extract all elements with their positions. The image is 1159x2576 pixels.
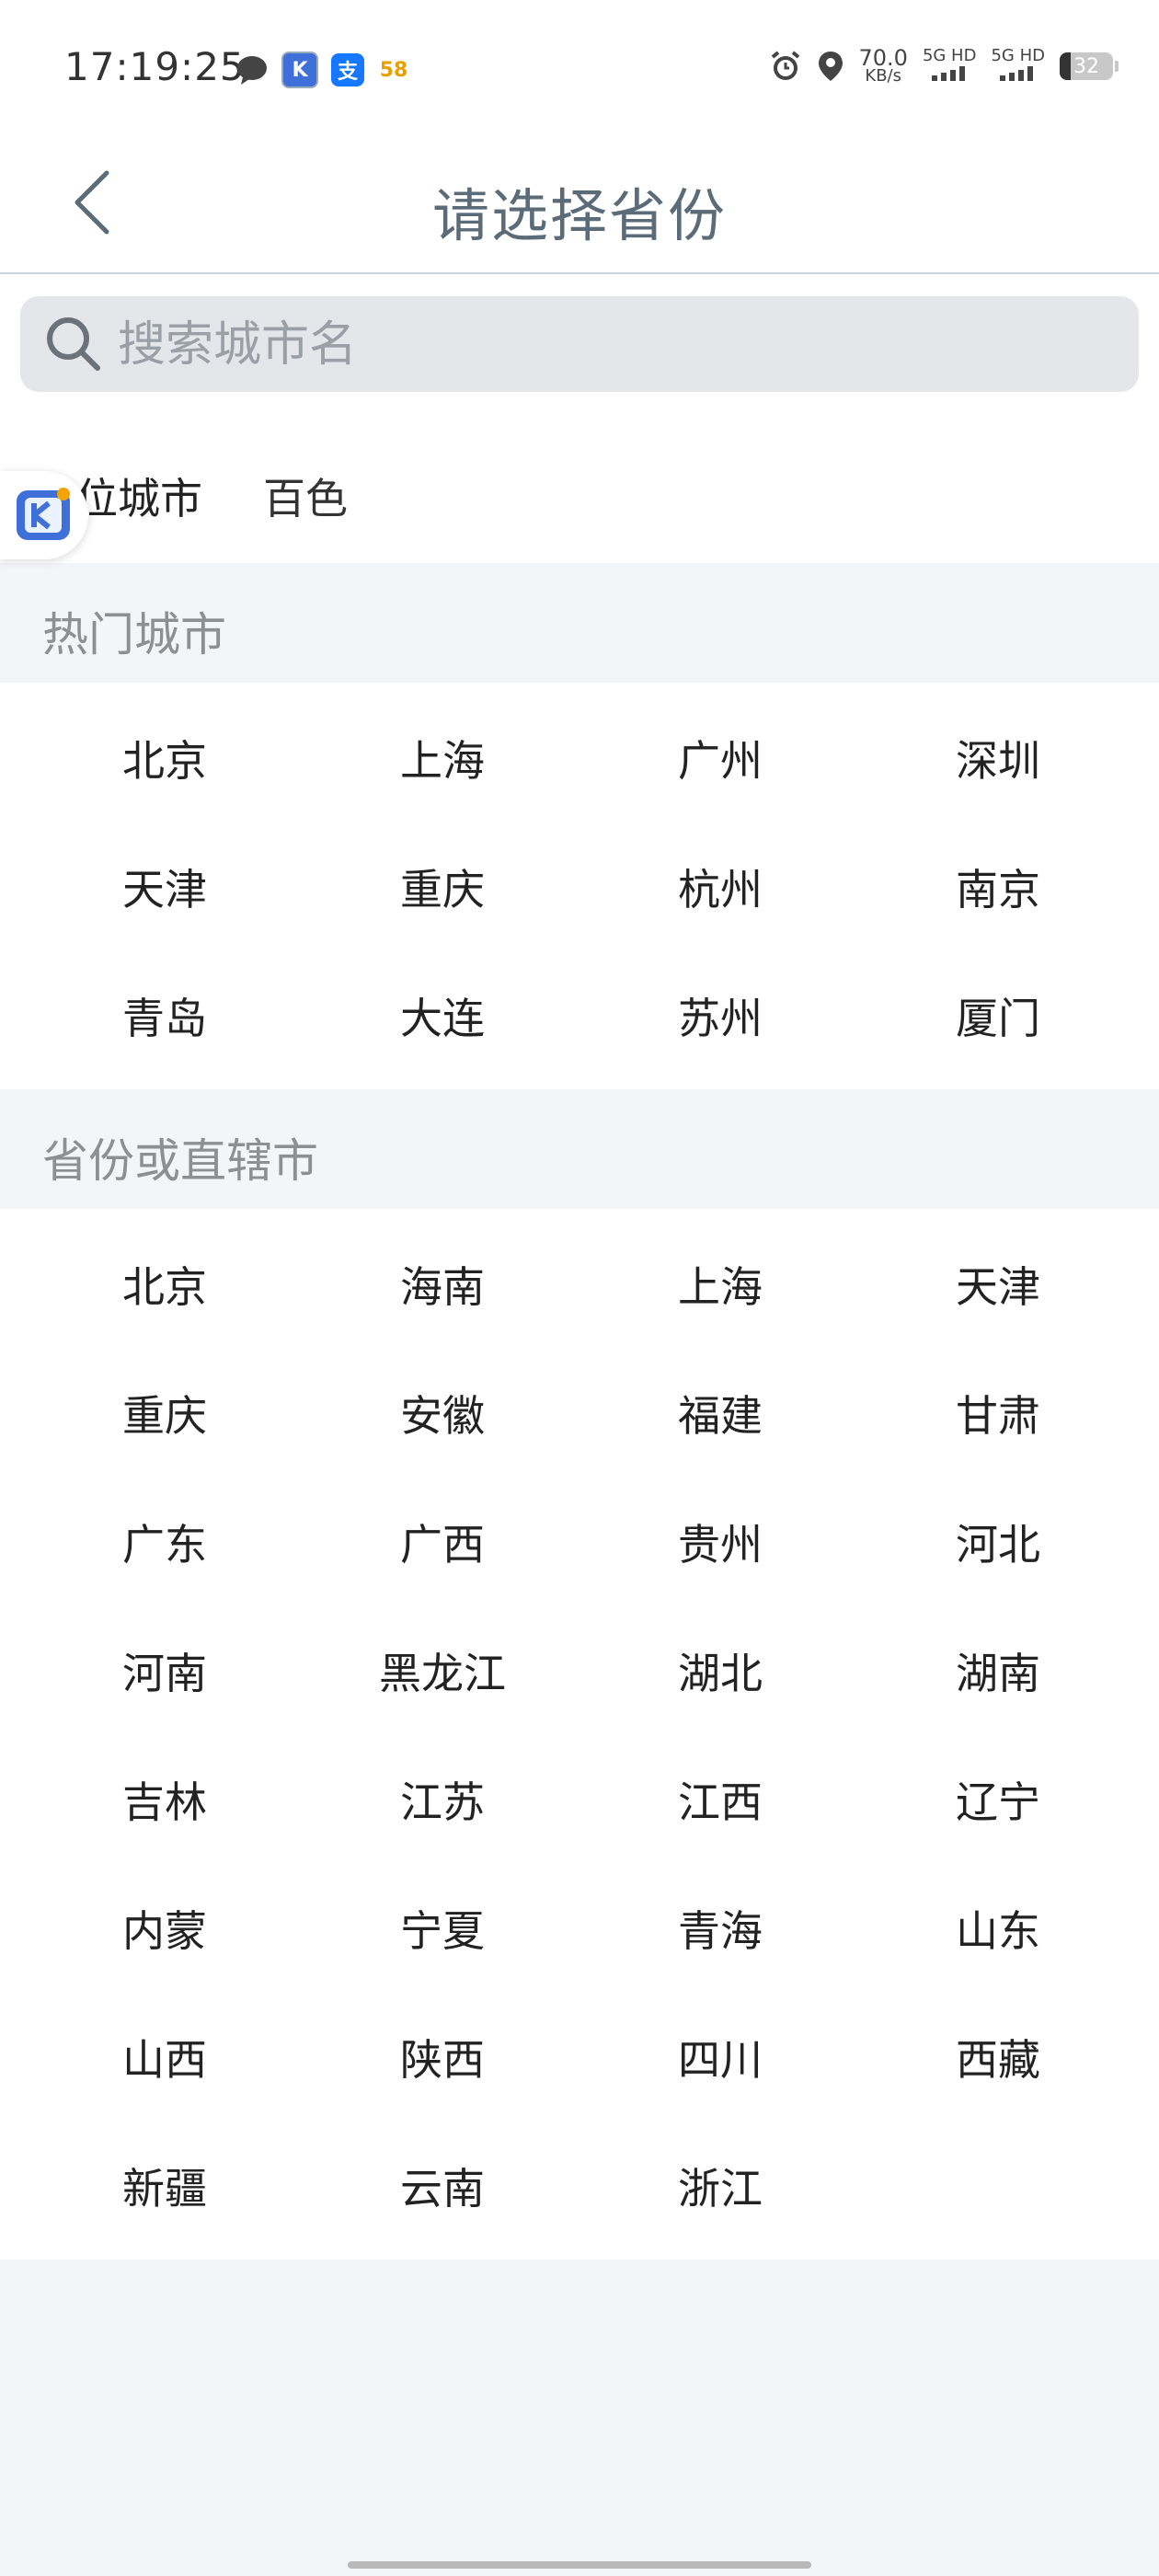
city-item[interactable]: 北京 [26, 694, 304, 822]
battery-icon: 32 [1060, 52, 1119, 80]
city-item[interactable]: 吉林 [26, 1735, 304, 1864]
city-item[interactable]: 天津 [859, 1220, 1137, 1349]
city-item[interactable]: 青岛 [26, 951, 304, 1080]
alarm-icon [771, 51, 799, 80]
city-item[interactable]: 江苏 [304, 1735, 581, 1864]
city-item[interactable]: 广西 [304, 1478, 581, 1606]
located-city-value[interactable]: 百色 [263, 466, 348, 526]
city-item[interactable]: 杭州 [581, 822, 859, 951]
city-item[interactable]: 安徽 [304, 1349, 581, 1478]
city-item[interactable]: 深圳 [859, 694, 1137, 822]
page-header: 请选择省份 [0, 138, 1159, 274]
hot-cities-header: 热门城市 [0, 563, 1159, 683]
city-item[interactable]: 山东 [859, 1864, 1137, 1993]
city-item[interactable]: 北京 [26, 1220, 304, 1349]
city-item[interactable]: 湖北 [581, 1606, 859, 1735]
city-item[interactable]: 重庆 [26, 1349, 304, 1478]
search-section [0, 274, 1159, 421]
location-icon [818, 52, 843, 81]
city-item[interactable]: 福建 [581, 1349, 859, 1478]
city-item[interactable]: 陕西 [304, 1993, 581, 2122]
city-item[interactable]: 厦门 [859, 951, 1137, 1080]
city-item[interactable]: 西藏 [859, 1993, 1137, 2122]
city-item[interactable]: 上海 [581, 1220, 859, 1349]
city-item[interactable]: 天津 [26, 822, 304, 951]
city-item[interactable]: 河北 [859, 1478, 1137, 1606]
provinces-header: 省份或直辖市 [0, 1089, 1159, 1209]
city-item[interactable]: 新疆 [26, 2122, 304, 2250]
hot-cities-grid: 北京 上海 广州 深圳天津 重庆 杭州 南京青岛 大连 苏州 厦门 [0, 683, 1159, 1089]
provinces-grid: 北京 海南 上海 天津重庆 安徽 福建 甘肃广东 广西 贵州 河北河南 黑龙江 湖北 湖南吉林 江苏 江西辽… [0, 1209, 1159, 2260]
city-item[interactable]: 湖南 [859, 1606, 1137, 1735]
city-item[interactable]: 苏州 [581, 951, 859, 1080]
page-title: 请选择省份 [431, 182, 727, 249]
hot-cities-title: 热门城市 [42, 608, 226, 661]
city-item[interactable]: 广东 [26, 1478, 304, 1606]
k-app-icon: K [281, 52, 318, 88]
floating-app-button[interactable] [0, 471, 88, 559]
city-item[interactable]: 贵州 [581, 1478, 859, 1606]
search-bar[interactable] [20, 296, 1139, 394]
city-item[interactable]: 辽宁 [859, 1735, 1137, 1864]
city-item[interactable]: 上海 [304, 694, 581, 822]
provinces-title: 省份或直辖市 [42, 1134, 318, 1188]
city-item[interactable]: 重庆 [304, 822, 581, 951]
city-item[interactable]: 南京 [859, 822, 1137, 951]
search-input[interactable] [116, 296, 1113, 394]
city-item[interactable]: 江西 [581, 1735, 859, 1864]
city-item[interactable]: 广州 [581, 694, 859, 822]
signal-bars-icon [931, 66, 965, 81]
notification-icons: K 支 58 [235, 52, 410, 88]
58-icon: 58 [379, 58, 408, 82]
located-city-row: 定位城市 百色 [0, 421, 1159, 563]
signal-5g-2: 5G HD [991, 48, 1045, 85]
city-item[interactable]: 内蒙 [26, 1864, 304, 1993]
system-status: 70.0 KB/s 5G HD 5G HD 32 [769, 45, 1119, 86]
network-speed: 70.0 KB/s [858, 45, 908, 86]
city-item[interactable]: 黑龙江 [304, 1606, 581, 1735]
city-item[interactable]: 海南 [304, 1220, 581, 1349]
city-item[interactable]: 青海 [581, 1864, 859, 1993]
k-app-icon [17, 488, 70, 540]
signal-5g-1: 5G HD [923, 48, 976, 85]
city-item[interactable]: 山西 [26, 1993, 304, 2122]
search-icon [47, 317, 100, 371]
city-item[interactable]: 宁夏 [304, 1864, 581, 1993]
city-item[interactable]: 大连 [304, 951, 581, 1080]
home-indicator[interactable] [348, 2561, 811, 2569]
signal-bars-icon [1000, 66, 1034, 81]
status-time: 17:19:25 [64, 44, 246, 89]
status-bar: 17:19:25 K 支 58 70.0 KB/s 5G HD 5G HD 32 [0, 0, 1159, 138]
city-item[interactable]: 甘肃 [859, 1349, 1137, 1478]
city-item[interactable]: 浙江 [581, 2122, 859, 2250]
chat-bubble-icon [235, 53, 269, 86]
city-item[interactable]: 河南 [26, 1606, 304, 1735]
city-item[interactable]: 云南 [304, 2122, 581, 2250]
alipay-icon: 支 [331, 53, 364, 86]
city-item[interactable]: 四川 [581, 1993, 859, 2122]
